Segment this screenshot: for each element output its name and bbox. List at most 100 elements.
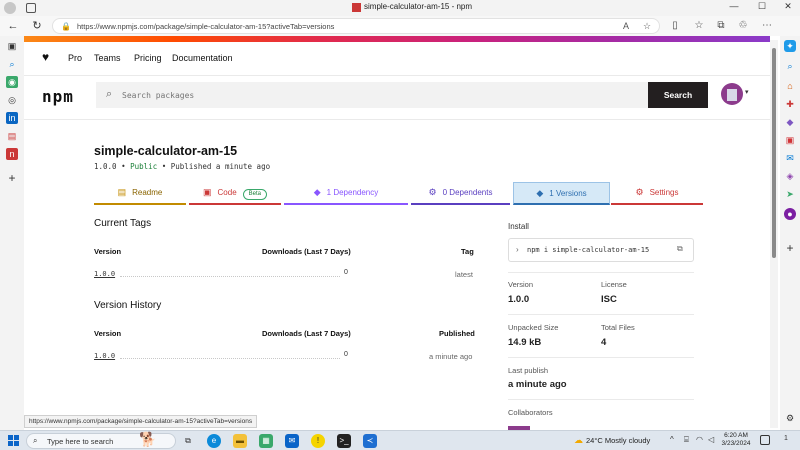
tab-0-dependents[interactable]: ⚙ 0 Dependents (411, 182, 510, 205)
current-tag-version-link[interactable]: 1.0.0 (94, 270, 115, 278)
designer-icon[interactable]: ◈ (784, 170, 796, 182)
add-icon[interactable]: + (784, 242, 796, 254)
clock-time: 6:20 AM (724, 432, 748, 439)
nav-link-pricing[interactable]: Pricing (134, 53, 162, 63)
app-icon-red[interactable]: ▤ (6, 130, 18, 142)
current-tags-header-downloads: Downloads (Last 7 Days) (262, 247, 351, 256)
weather-icon: ☁ (574, 435, 583, 445)
dependents-icon: ⚙ (428, 187, 437, 197)
tab-settings[interactable]: ⚙ Settings (611, 182, 703, 205)
tab-1-versions[interactable]: ◆ 1 Versions (513, 182, 610, 205)
version-value: 1.0.0 (508, 294, 530, 305)
tray-chevron-icon[interactable]: ^ (670, 435, 674, 444)
favorite-star-icon[interactable]: ☆ (643, 21, 651, 32)
nav-link-pro[interactable]: Pro (68, 53, 82, 63)
edge-icon[interactable]: e (207, 434, 221, 448)
search-box: ⌕ (96, 82, 648, 108)
history-version-link[interactable]: 1.0.0 (94, 352, 115, 360)
mail-icon[interactable]: ✉ (285, 434, 299, 448)
volume-icon[interactable]: ◁ (708, 435, 714, 444)
divider (508, 272, 694, 273)
search-input[interactable] (122, 87, 622, 103)
terminal-icon[interactable]: >_ (337, 434, 351, 448)
package-tabs: ▤ Readme ▣ Code Beta ◆ 1 Dependency ⚙ 0 Dependen… (94, 182, 704, 205)
shopping-icon[interactable]: ⌂ (784, 80, 796, 92)
office-icon[interactable]: ▣ (784, 134, 796, 146)
chevron-down-icon[interactable]: ▾ (745, 88, 749, 96)
close-icon[interactable]: ✕ (778, 1, 798, 12)
refresh-icon[interactable]: ↻ (30, 19, 44, 33)
vscode-icon[interactable]: ≺ (363, 434, 377, 448)
app-icon[interactable]: ◉ (6, 76, 18, 88)
games-icon[interactable]: ◆ (784, 116, 796, 128)
app-icon-yellow[interactable]: ! (311, 434, 325, 448)
search-icon[interactable]: ⌕ (784, 60, 796, 72)
last-publish-label: Last publish (508, 366, 549, 375)
package-title: simple-calculator-am-15 (94, 144, 238, 158)
search-icon: ⌕ (106, 88, 113, 100)
address-bar[interactable]: 🔒 https://www.npmjs.com/package/simple-c… (52, 18, 660, 34)
file-explorer-icon[interactable]: ▬ (233, 434, 247, 448)
network-icon[interactable]: ⌸ (684, 435, 689, 445)
page-scrollbar[interactable] (770, 40, 778, 428)
address-url[interactable]: https://www.npmjs.com/package/simple-cal… (77, 22, 334, 31)
collections-icon[interactable]: ⧉ (714, 19, 728, 33)
maximize-icon[interactable]: ☐ (752, 1, 772, 12)
copy-icon[interactable]: ⧉ (677, 244, 683, 254)
tab-code[interactable]: ▣ Code Beta (189, 182, 281, 205)
nav-link-teams[interactable]: Teams (94, 53, 121, 63)
tab-actions-icon[interactable] (26, 3, 36, 13)
tools-icon[interactable]: ✚ (784, 98, 796, 110)
add-icon[interactable]: + (6, 172, 18, 184)
app-icon-purple[interactable]: ● (784, 208, 796, 220)
history-downloads: 0 (344, 351, 348, 358)
settings-gear-icon[interactable]: ⚙ (784, 412, 796, 424)
drop-icon[interactable]: ➤ (784, 188, 796, 200)
avatar[interactable] (721, 83, 743, 105)
current-tag-name: latest (455, 270, 473, 279)
favorites-icon[interactable]: ☆ (692, 19, 706, 33)
nav-link-documentation[interactable]: Documentation (172, 53, 233, 63)
tab-label: 0 Dependents (442, 188, 493, 197)
install-command[interactable]: npm i simple-calculator-am-15 (527, 246, 649, 254)
github-icon[interactable]: ◎ (6, 94, 18, 106)
task-view-icon[interactable]: ⧉ (181, 434, 195, 448)
search-bar-row: npm ⌕ Search ▾ (24, 76, 770, 120)
wifi-icon[interactable]: ◠ (696, 435, 703, 444)
weather-text: 24°C Mostly cloudy (586, 436, 651, 445)
npm-top-nav: ♥ Pro Teams Pricing Documentation (24, 42, 770, 76)
read-aloud-icon[interactable]: A (623, 21, 629, 31)
copilot-icon[interactable]: ✦ (784, 40, 796, 52)
search-sidebar-icon[interactable]: ⌕ (6, 58, 18, 70)
heart-icon[interactable]: ♥ (42, 50, 49, 64)
unpacked-size-value: 14.9 kB (508, 337, 542, 348)
tab-readme[interactable]: ▤ Readme (94, 182, 186, 205)
store-icon[interactable]: ▦ (259, 434, 273, 448)
minimize-icon[interactable]: — (724, 1, 744, 11)
split-screen-icon[interactable]: ▯ (668, 19, 682, 33)
more-menu-icon[interactable]: ⋯ (760, 19, 774, 33)
back-icon[interactable]: ← (6, 19, 20, 33)
windows-start-icon[interactable] (8, 435, 19, 446)
search-button[interactable]: Search (648, 82, 708, 108)
version-label: Version (508, 280, 534, 289)
npm-logo[interactable]: npm (42, 87, 74, 106)
tab-label: Settings (649, 188, 679, 197)
linkedin-icon[interactable]: in (6, 112, 18, 124)
tab-list-icon[interactable]: ▣ (6, 40, 18, 52)
taskbar-clock[interactable]: 6:20 AM 3/23/2024 (716, 432, 756, 448)
taskbar-search[interactable]: ⌕ Type here to search 🐕 (26, 431, 176, 449)
profile-icon[interactable] (4, 2, 16, 14)
scrollbar-thumb[interactable] (772, 48, 776, 258)
extensions-icon[interactable]: ♲ (736, 19, 750, 33)
current-tags-heading: Current Tags (94, 218, 152, 229)
weather-widget[interactable]: ☁ 24°C Mostly cloudy (574, 435, 650, 446)
tab-1-dependency[interactable]: ◆ 1 Dependency (284, 182, 408, 205)
package-published: Published a minute ago (170, 162, 271, 171)
outlook-icon[interactable]: ✉ (784, 152, 796, 164)
install-command-box[interactable]: › npm i simple-calculator-am-15 ⧉ (508, 238, 694, 262)
notification-icon[interactable] (760, 435, 770, 445)
version-history-heading: Version History (94, 300, 162, 311)
beta-badge: Beta (242, 189, 267, 200)
npm-tab-icon[interactable]: n (6, 148, 18, 160)
